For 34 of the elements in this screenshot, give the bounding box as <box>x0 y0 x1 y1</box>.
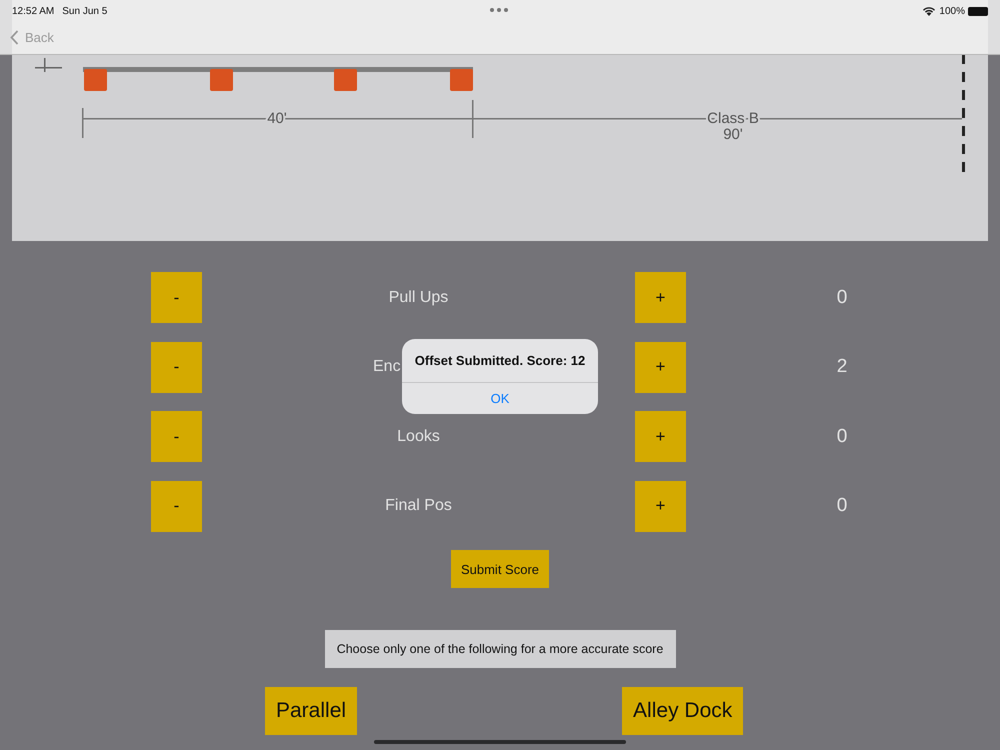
cone-icon <box>210 69 233 91</box>
option-button[interactable]: Alley Dock <box>622 687 744 735</box>
plus-button[interactable]: + <box>635 480 686 532</box>
counter-label: Pull Ups <box>388 288 448 306</box>
submit-score-button[interactable]: Submit Score <box>451 550 549 588</box>
status-date: Sun Jun 5 <box>62 6 108 16</box>
wifi-icon <box>922 6 936 16</box>
minus-button[interactable]: - <box>151 411 202 462</box>
dimension-label: 90' <box>723 126 743 143</box>
plus-button[interactable]: + <box>635 272 686 323</box>
counter-label: Enc <box>373 358 401 376</box>
instruction-label: Choose only one of the following for a more accurate score <box>324 630 676 668</box>
minus-button[interactable]: - <box>151 272 202 323</box>
counter-value: 0 <box>836 426 848 448</box>
cone-icon <box>84 69 107 91</box>
battery-percent: 100% <box>939 6 965 16</box>
minus-button[interactable]: - <box>151 342 202 392</box>
plus-button[interactable]: + <box>635 411 686 462</box>
battery-icon <box>968 6 988 16</box>
counter-label: Looks <box>397 428 440 446</box>
counter-value: 0 <box>836 495 848 517</box>
option-button[interactable]: Parallel <box>265 687 358 735</box>
cone-icon <box>450 69 473 91</box>
minus-button[interactable]: - <box>151 480 202 532</box>
counter-label: Final Pos <box>385 497 452 515</box>
crosshair-mark <box>35 58 62 72</box>
more-icon <box>490 8 508 12</box>
chevron-left-icon <box>10 30 19 44</box>
counter-value: 2 <box>836 356 848 378</box>
counter-value: 0 <box>836 286 848 308</box>
cone-icon <box>334 69 357 91</box>
plus-button[interactable]: + <box>635 342 686 392</box>
status-time: 12:52 AM <box>12 6 54 16</box>
alert-title: Offset Submitted. Score: 12 <box>402 339 598 383</box>
